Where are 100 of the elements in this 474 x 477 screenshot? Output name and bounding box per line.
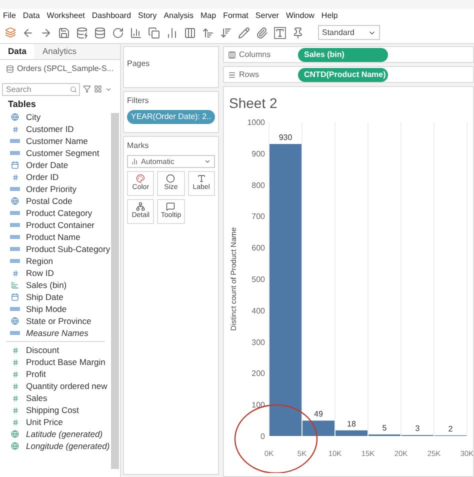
menu-item[interactable]: Help xyxy=(321,10,338,22)
shelf-label: Rows xyxy=(239,68,260,80)
menu-item[interactable]: Dashboard xyxy=(92,10,132,22)
field-name[interactable]: Measure Names xyxy=(26,326,88,340)
globe-icon xyxy=(11,317,19,325)
menu-item[interactable]: File xyxy=(3,10,16,22)
back-icon[interactable] xyxy=(22,26,34,38)
field-name[interactable]: Product Name xyxy=(26,230,80,244)
section-heading: Tables xyxy=(7,98,37,111)
field-name[interactable]: Product Container xyxy=(26,218,95,232)
database-icon xyxy=(6,64,14,72)
field-name[interactable]: State or Province xyxy=(26,314,92,328)
menu-item[interactable]: Format xyxy=(223,10,248,22)
new-sheet-icon[interactable] xyxy=(130,26,142,38)
data-label: 5 xyxy=(382,423,387,432)
field-name[interactable]: Ship Date xyxy=(26,290,64,304)
menu-item[interactable]: Server xyxy=(255,10,279,22)
field-name[interactable]: Profit xyxy=(26,368,46,380)
axis-label: 900 xyxy=(252,149,265,158)
logo-icon[interactable] xyxy=(5,27,16,38)
sheet-title: Sheet 2 xyxy=(228,94,278,113)
pane-tab[interactable]: Analytics xyxy=(34,44,120,59)
text-icon[interactable] xyxy=(274,26,286,38)
fit-dropdown[interactable]: Standard xyxy=(318,25,380,40)
menu-item[interactable]: Analysis xyxy=(164,10,194,22)
calendar-icon xyxy=(11,293,19,301)
bar-chart-icon xyxy=(131,158,138,165)
axis-label: 200 xyxy=(252,369,265,378)
add-data-icon[interactable] xyxy=(76,26,88,38)
axis-label: 0 xyxy=(260,432,265,441)
field-name[interactable]: Sales (bin) xyxy=(26,278,67,292)
field-name[interactable]: Customer ID xyxy=(26,122,74,136)
sort-descending-icon[interactable] xyxy=(220,26,232,38)
hash-icon xyxy=(12,418,18,426)
search-field[interactable]: Search xyxy=(2,82,80,96)
field-name[interactable]: Product Base Margin xyxy=(26,356,106,368)
grid-icon[interactable] xyxy=(94,85,102,93)
axis-label: 600 xyxy=(252,244,265,253)
menu-item[interactable]: Map xyxy=(200,10,216,22)
swap-icon[interactable] xyxy=(184,26,196,38)
field-name[interactable]: Longitude (generated) xyxy=(26,440,110,452)
nodes-icon xyxy=(136,202,146,211)
circle-icon xyxy=(166,174,176,183)
search-icon xyxy=(70,86,77,92)
data-label: 3 xyxy=(415,424,420,434)
data-source[interactable]: Orders (SPCL_Sample-S... xyxy=(17,62,114,74)
field-name[interactable]: Order Date xyxy=(26,158,68,172)
field-name[interactable]: Order ID xyxy=(26,170,59,184)
field-name[interactable]: Discount xyxy=(26,344,60,356)
histogram-icon xyxy=(11,281,19,289)
field-name[interactable]: Latitude (generated) xyxy=(26,428,103,440)
menu-item[interactable]: Worksheet xyxy=(46,10,85,22)
chevron-down-icon xyxy=(204,158,211,165)
refresh-icon[interactable] xyxy=(112,26,124,38)
columns-icon xyxy=(228,50,236,58)
hash-icon xyxy=(12,346,18,354)
data-label: 49 xyxy=(314,410,323,419)
field-name[interactable]: Postal Code xyxy=(26,194,72,208)
field-name[interactable]: Ship Mode xyxy=(26,302,67,316)
axis-label: 800 xyxy=(252,180,265,190)
hash-icon xyxy=(12,394,18,402)
scrollbar[interactable] xyxy=(111,113,119,469)
duplicate-icon[interactable] xyxy=(148,26,160,38)
paperclip-icon[interactable] xyxy=(256,26,268,38)
field-name[interactable]: Customer Segment xyxy=(26,146,100,160)
globe-icon xyxy=(11,430,19,438)
field-name[interactable]: Product Category xyxy=(26,206,92,220)
pin-icon[interactable] xyxy=(292,26,304,38)
menu-item[interactable]: Data xyxy=(22,10,40,22)
filter-icon[interactable] xyxy=(83,85,91,93)
clear-sheet-icon[interactable] xyxy=(166,26,178,38)
shelf-label: Columns xyxy=(239,48,271,60)
speech-bubble-icon xyxy=(166,202,176,211)
field-name[interactable]: City xyxy=(26,110,41,124)
field-name[interactable]: Order Priority xyxy=(26,182,77,196)
text-type-icon xyxy=(10,306,20,312)
axis-label: 1000 xyxy=(247,118,265,127)
hash-icon xyxy=(12,382,18,390)
field-name[interactable]: Region xyxy=(26,254,53,268)
field-name[interactable]: Row ID xyxy=(26,266,54,280)
hash-icon xyxy=(12,174,18,180)
text-type-icon xyxy=(10,330,20,336)
menu-item[interactable]: Window xyxy=(286,10,314,22)
card-title: Pages xyxy=(127,59,150,68)
save-icon[interactable] xyxy=(58,26,70,38)
database-icon[interactable] xyxy=(94,26,106,38)
rows-icon xyxy=(228,70,236,78)
sort-ascending-icon[interactable] xyxy=(202,26,214,38)
field-name[interactable]: Shipping Cost xyxy=(26,404,79,416)
field-name[interactable]: Customer Name xyxy=(26,134,88,148)
field-name[interactable]: Product Sub-Category xyxy=(26,242,110,256)
hash-icon xyxy=(12,370,18,378)
chevron-down-icon[interactable] xyxy=(105,86,112,92)
menu-item[interactable]: Story xyxy=(138,10,157,22)
pencil-icon[interactable] xyxy=(238,26,250,38)
field-name[interactable]: Sales xyxy=(26,392,48,404)
field-name[interactable]: Quantity ordered new xyxy=(26,380,108,392)
field-name[interactable]: Unit Price xyxy=(26,416,63,428)
axis-label: 300 xyxy=(252,338,265,347)
forward-icon[interactable] xyxy=(40,26,52,38)
